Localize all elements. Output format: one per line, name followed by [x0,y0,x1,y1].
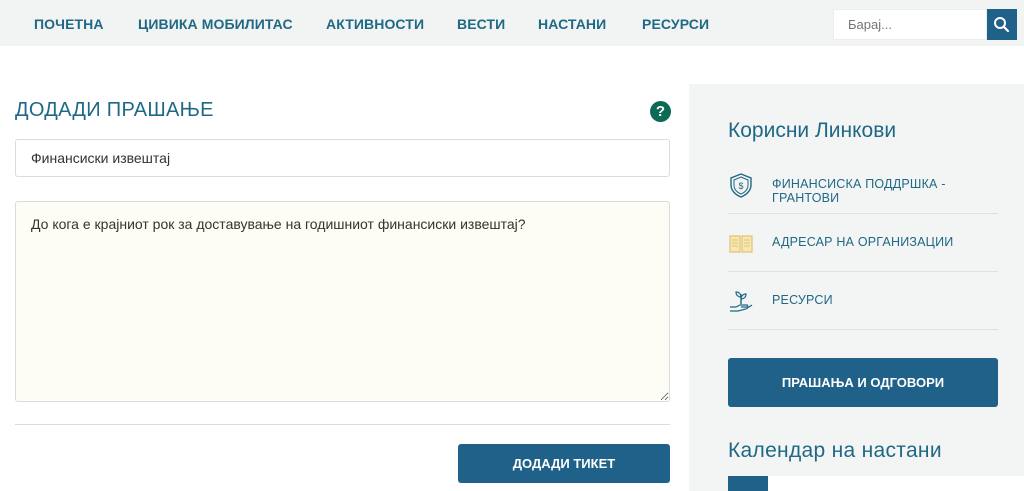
page-title: ДОДАДИ ПРАШАЊЕ [15,99,214,121]
calendar-date-block[interactable] [728,476,768,491]
help-icon[interactable]: ? [650,101,671,122]
divider [15,424,670,425]
add-ticket-button[interactable]: ДОДАДИ ТИКЕТ [458,444,670,483]
sidebar-link-label[interactable]: ФИНАНСИСКА ПОДДРШКА - ГРАНТОВИ [772,177,998,205]
nav-resources[interactable]: РЕСУРСИ [642,16,709,32]
shield-dollar-icon: $ [730,173,752,198]
sidebar-link-label[interactable]: АДРЕСАР НА ОРГАНИЗАЦИИ [772,235,953,249]
top-navigation: ПОЧЕТНА ЦИВИКА МОБИЛИТАС АКТИВНОСТИ ВЕСТ… [0,0,1024,46]
sidebar-title: Корисни Линкови [728,119,897,142]
nav-activities[interactable]: АКТИВНОСТИ [326,16,424,32]
qa-button[interactable]: ПРАШАЊА И ОДГОВОРИ [728,358,998,407]
sidebar: Корисни Линкови $ ФИНАНСИСКА ПОДДРШКА - … [689,84,1024,491]
open-book-icon [729,235,753,253]
sidebar-link-directory[interactable]: АДРЕСАР НА ОРГАНИЗАЦИИ [728,214,998,272]
calendar-event-row[interactable] [768,476,1024,491]
sidebar-link-label[interactable]: РЕСУРСИ [772,293,833,307]
message-textarea[interactable]: До кога е крајниот рок за доставување на… [15,201,670,402]
nav-home[interactable]: ПОЧЕТНА [34,16,104,32]
calendar-title: Календар на настани [728,439,942,462]
nav-civica-mobilitas[interactable]: ЦИВИКА МОБИЛИТАС [138,16,293,32]
search-button[interactable] [987,9,1017,40]
nav-news[interactable]: ВЕСТИ [457,16,505,32]
nav-events[interactable]: НАСТАНИ [538,16,606,32]
hand-plant-icon [730,291,753,312]
sidebar-link-grants[interactable]: $ ФИНАНСИСКА ПОДДРШКА - ГРАНТОВИ [728,156,998,214]
search-input[interactable] [833,9,987,40]
svg-text:$: $ [738,181,743,191]
search-icon [994,17,1010,33]
subject-input[interactable] [15,139,670,177]
sidebar-link-resources[interactable]: РЕСУРСИ [728,272,998,330]
